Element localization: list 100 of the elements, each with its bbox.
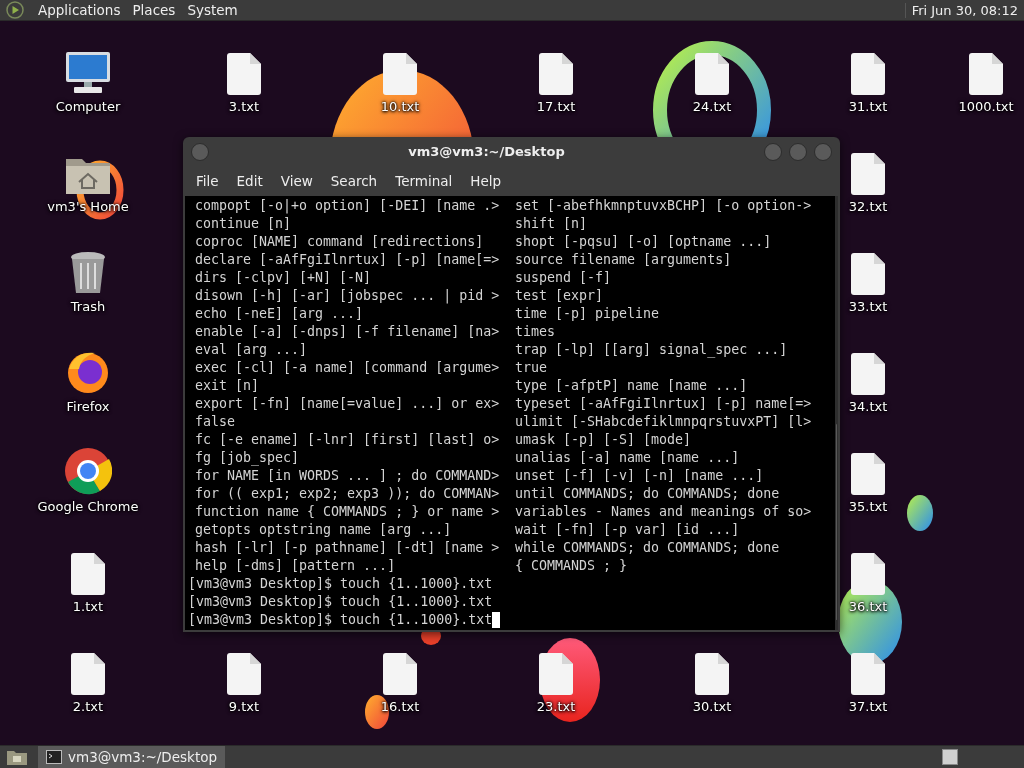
menu-item[interactable]: File [187, 173, 228, 189]
document-file-icon[interactable] [969, 53, 1003, 95]
terminal-line: while COMMANDS; do COMMANDS; done [515, 539, 781, 557]
terminal-line: [vm3@vm3 Desktop]$ touch {1..1000}.txt [188, 611, 493, 629]
terminal-line: wait [-fn] [-p var] [id ...] [515, 521, 741, 539]
document-file-icon[interactable] [851, 453, 885, 495]
play-logo-icon[interactable] [6, 1, 24, 19]
terminal-line: hash [-lr] [-p pathname] [-dt] [name > [195, 539, 501, 557]
terminal-line: unalias [-a] name [name ...] [515, 449, 741, 467]
menu-item[interactable]: Terminal [386, 173, 462, 189]
wallpaper-blob [907, 495, 933, 531]
desktop-icon-label[interactable]: 1.txt [72, 599, 104, 614]
terminal-line: exec [-cl] [-a name] [command [argume> [195, 359, 501, 377]
terminal-line: umask [-p] [-S] [mode] [515, 431, 693, 449]
panel-menu[interactable]: Places [126, 2, 182, 18]
taskbar-button[interactable]: vm3@vm3:~/Desktop [38, 746, 226, 768]
desktop-icon-label[interactable]: 37.txt [848, 699, 888, 714]
chrome-ball-icon[interactable] [64, 447, 112, 495]
terminal-line: true [515, 359, 549, 377]
document-file-icon[interactable] [851, 253, 885, 295]
terminal-line: exit [n] [195, 377, 261, 395]
terminal-line: getopts optstring name [arg ...] [195, 521, 453, 539]
terminal-line: coproc [NAME] command [redirections] [195, 233, 485, 251]
computer-monitor-icon[interactable] [64, 51, 112, 95]
menu-item[interactable]: Search [321, 173, 387, 189]
terminal-line: time [-p] pipeline [515, 305, 661, 323]
terminal-line: ulimit [-SHabcdefiklmnpqrstuvxPT] [l> [515, 413, 813, 431]
document-file-icon[interactable] [71, 553, 105, 595]
terminal-line: trap [-lp] [[arg] signal_spec ...] [515, 341, 789, 359]
clock[interactable]: Fri Jun 30, 08:12 [904, 2, 1018, 18]
terminal-line: shopt [-pqsu] [-o] [optname ...] [515, 233, 773, 251]
terminal-line: help [-dms] [pattern ...] [195, 557, 397, 575]
panel-menu[interactable]: Applications [32, 2, 127, 18]
scrollbar-thumb[interactable] [836, 424, 837, 620]
desktop-icon-label[interactable]: 33.txt [848, 299, 888, 314]
desktop-icon-label[interactable]: 2.txt [72, 699, 104, 714]
desktop-icon-label[interactable]: 17.txt [536, 99, 576, 114]
terminal-line: for NAME [in WORDS ... ] ; do COMMAND> [195, 467, 501, 485]
document-file-icon[interactable] [539, 53, 573, 95]
document-file-icon[interactable] [851, 153, 885, 195]
desktop-icon-label[interactable]: 31.txt [848, 99, 888, 114]
terminal-line: fc [-e ename] [-lnr] [first] [last] o> [195, 431, 501, 449]
document-file-icon[interactable] [851, 53, 885, 95]
terminal-line: times [515, 323, 557, 341]
terminal-line: suspend [-f] [515, 269, 613, 287]
terminal-line: echo [-neE] [arg ...] [195, 305, 365, 323]
terminal-line: shift [n] [515, 215, 589, 233]
desktop-icon-label[interactable]: Firefox [66, 399, 110, 414]
terminal-line: enable [-a] [-dnps] [-f filename] [na> [195, 323, 501, 341]
show-desktop-icon[interactable] [6, 748, 28, 766]
scrollbar[interactable] [835, 196, 838, 630]
desktop-icon-label[interactable]: Computer [55, 99, 121, 114]
desktop-icon-label[interactable]: 3.txt [228, 99, 260, 114]
terminal-line: [vm3@vm3 Desktop]$ touch {1..1000}.txt [188, 593, 493, 611]
terminal-line: export [-fn] [name[=value] ...] or ex> [195, 395, 501, 413]
document-file-icon[interactable] [851, 553, 885, 595]
workspace-switcher[interactable] [942, 749, 958, 765]
terminal-line: set [-abefhkmnptuvxBCHP] [-o option-> [515, 197, 813, 215]
panel-menu[interactable]: System [181, 2, 244, 18]
desktop-icon-label[interactable]: 24.txt [692, 99, 732, 114]
desktop-icon-label[interactable]: 9.txt [228, 699, 260, 714]
desktop-icon-label[interactable]: Trash [70, 299, 106, 314]
terminal-line: disown [-h] [-ar] [jobspec ... | pid > [195, 287, 501, 305]
desktop-icon-label[interactable]: 1000.txt [958, 99, 1014, 114]
terminal-line: continue [n] [195, 215, 293, 233]
terminal-line: dirs [-clpv] [+N] [-N] [195, 269, 373, 287]
window-title: vm3@vm3:~/Desktop [407, 144, 566, 159]
document-file-icon[interactable] [851, 353, 885, 395]
terminal-line: false [195, 413, 237, 431]
terminal-line: typeset [-aAfFgiIlnrtux] [-p] name[=> [515, 395, 813, 413]
trash-can-icon[interactable] [69, 251, 107, 295]
terminal-line: for (( exp1; exp2; exp3 )); do COMMAN> [195, 485, 501, 503]
terminal-line: source filename [arguments] [515, 251, 733, 269]
desktop-icon-label[interactable]: 30.txt [692, 699, 732, 714]
terminal-line: eval [arg ...] [195, 341, 309, 359]
terminal-line: fg [job_spec] [195, 449, 301, 467]
terminal-line: function name { COMMANDS ; } or name > [195, 503, 501, 521]
document-file-icon[interactable] [227, 653, 261, 695]
terminal-icon [46, 750, 62, 764]
terminal-line: variables - Names and meanings of so> [515, 503, 813, 521]
terminal-line: compopt [-o|+o option] [-DEI] [name .> [195, 197, 501, 215]
desktop-icon-label[interactable]: Google Chrome [37, 499, 139, 514]
menu-item[interactable]: View [271, 173, 322, 189]
document-file-icon[interactable] [383, 53, 417, 95]
document-file-icon[interactable] [227, 53, 261, 95]
menu-item[interactable]: Edit [227, 173, 272, 189]
document-file-icon[interactable] [383, 653, 417, 695]
desktop-icon-label[interactable]: 32.txt [848, 199, 888, 214]
document-file-icon[interactable] [71, 653, 105, 695]
desktop-icon-label[interactable]: 35.txt [848, 499, 888, 514]
menu-item[interactable]: Help [461, 173, 511, 189]
terminal-line: until COMMANDS; do COMMANDS; done [515, 485, 781, 503]
terminal-line: declare [-aAfFgiIlnrtux] [-p] [name[=> [195, 251, 501, 269]
desktop-icon-label[interactable]: 34.txt [848, 399, 888, 414]
terminal-line: unset [-f] [-v] [-n] [name ...] [515, 467, 765, 485]
document-file-icon[interactable] [695, 653, 729, 695]
terminal-line: type [-afptP] name [name ...] [515, 377, 749, 395]
text-cursor [492, 612, 501, 628]
terminal-line: test [expr] [515, 287, 605, 305]
terminal-line: [vm3@vm3 Desktop]$ touch {1..1000}.txt [188, 575, 493, 593]
